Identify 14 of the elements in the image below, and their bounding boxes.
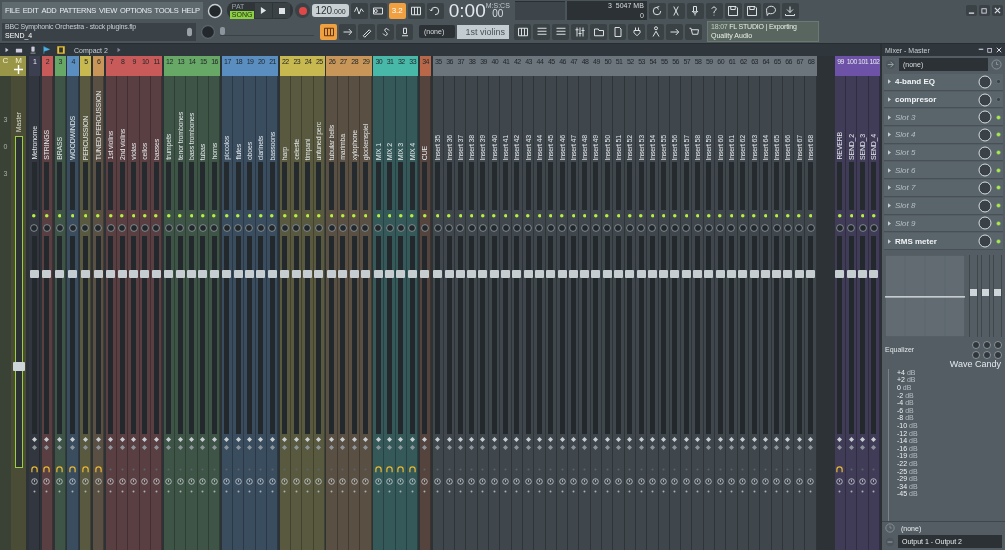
effect-slot[interactable]: Slot 6 — [884, 162, 1003, 180]
effect-slot[interactable]: compresor — [884, 91, 1003, 109]
effect-slot[interactable]: Slot 3 — [884, 109, 1003, 127]
effect-slot[interactable]: 4-band EQ — [884, 74, 1003, 91]
track-number: M — [15, 56, 22, 65]
column-header: C — [0, 56, 11, 76]
effect-slot[interactable]: Slot 8 — [884, 197, 1003, 215]
effect-slot[interactable]: Slot 7 — [884, 180, 1003, 197]
plugin-label: Wave Candy — [948, 358, 1002, 369]
effect-slot[interactable]: Slot 4 — [884, 127, 1003, 144]
effect-slot[interactable]: Slot 9 — [884, 215, 1003, 233]
effect-slot[interactable]: RMS meter — [884, 233, 1003, 250]
channel-selector[interactable]: 1st violins — [457, 24, 509, 39]
effect-slot[interactable]: Slot 5 — [884, 144, 1003, 162]
